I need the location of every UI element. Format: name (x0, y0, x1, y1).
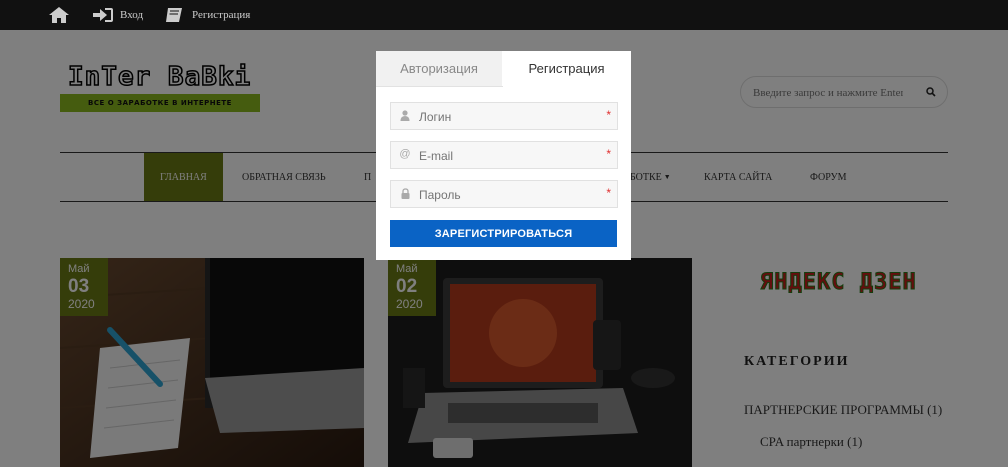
email-field: @ * (390, 141, 618, 169)
email-input[interactable] (417, 146, 601, 166)
home-icon (49, 7, 69, 23)
required-asterisk: * (606, 108, 611, 122)
top-bar: Вход Регистрация (0, 0, 1008, 30)
sign-in-icon (93, 8, 113, 22)
required-asterisk: * (606, 186, 611, 200)
login-link-label: Вход (120, 9, 144, 21)
tab-login[interactable]: Авторизация (376, 51, 503, 87)
login-field: * (390, 102, 618, 130)
login-input[interactable] (417, 107, 601, 127)
register-submit-button[interactable]: ЗАРЕГИСТРИРОВАТЬСЯ (390, 220, 617, 247)
home-link[interactable] (48, 0, 70, 30)
at-icon: @ (399, 148, 411, 160)
password-field: * (390, 180, 618, 208)
register-link[interactable]: Регистрация (164, 0, 250, 30)
modal-tabs: Авторизация Регистрация (376, 51, 631, 87)
lock-icon (399, 187, 411, 199)
password-input[interactable] (417, 185, 601, 205)
register-link-label: Регистрация (192, 9, 251, 21)
auth-modal: Авторизация Регистрация * @ * * ЗАРЕГИСТ… (376, 51, 631, 260)
tab-register[interactable]: Регистрация (502, 51, 631, 86)
login-link[interactable]: Вход (92, 0, 143, 30)
user-icon (399, 109, 411, 121)
required-asterisk: * (606, 147, 611, 161)
book-icon (166, 8, 182, 22)
